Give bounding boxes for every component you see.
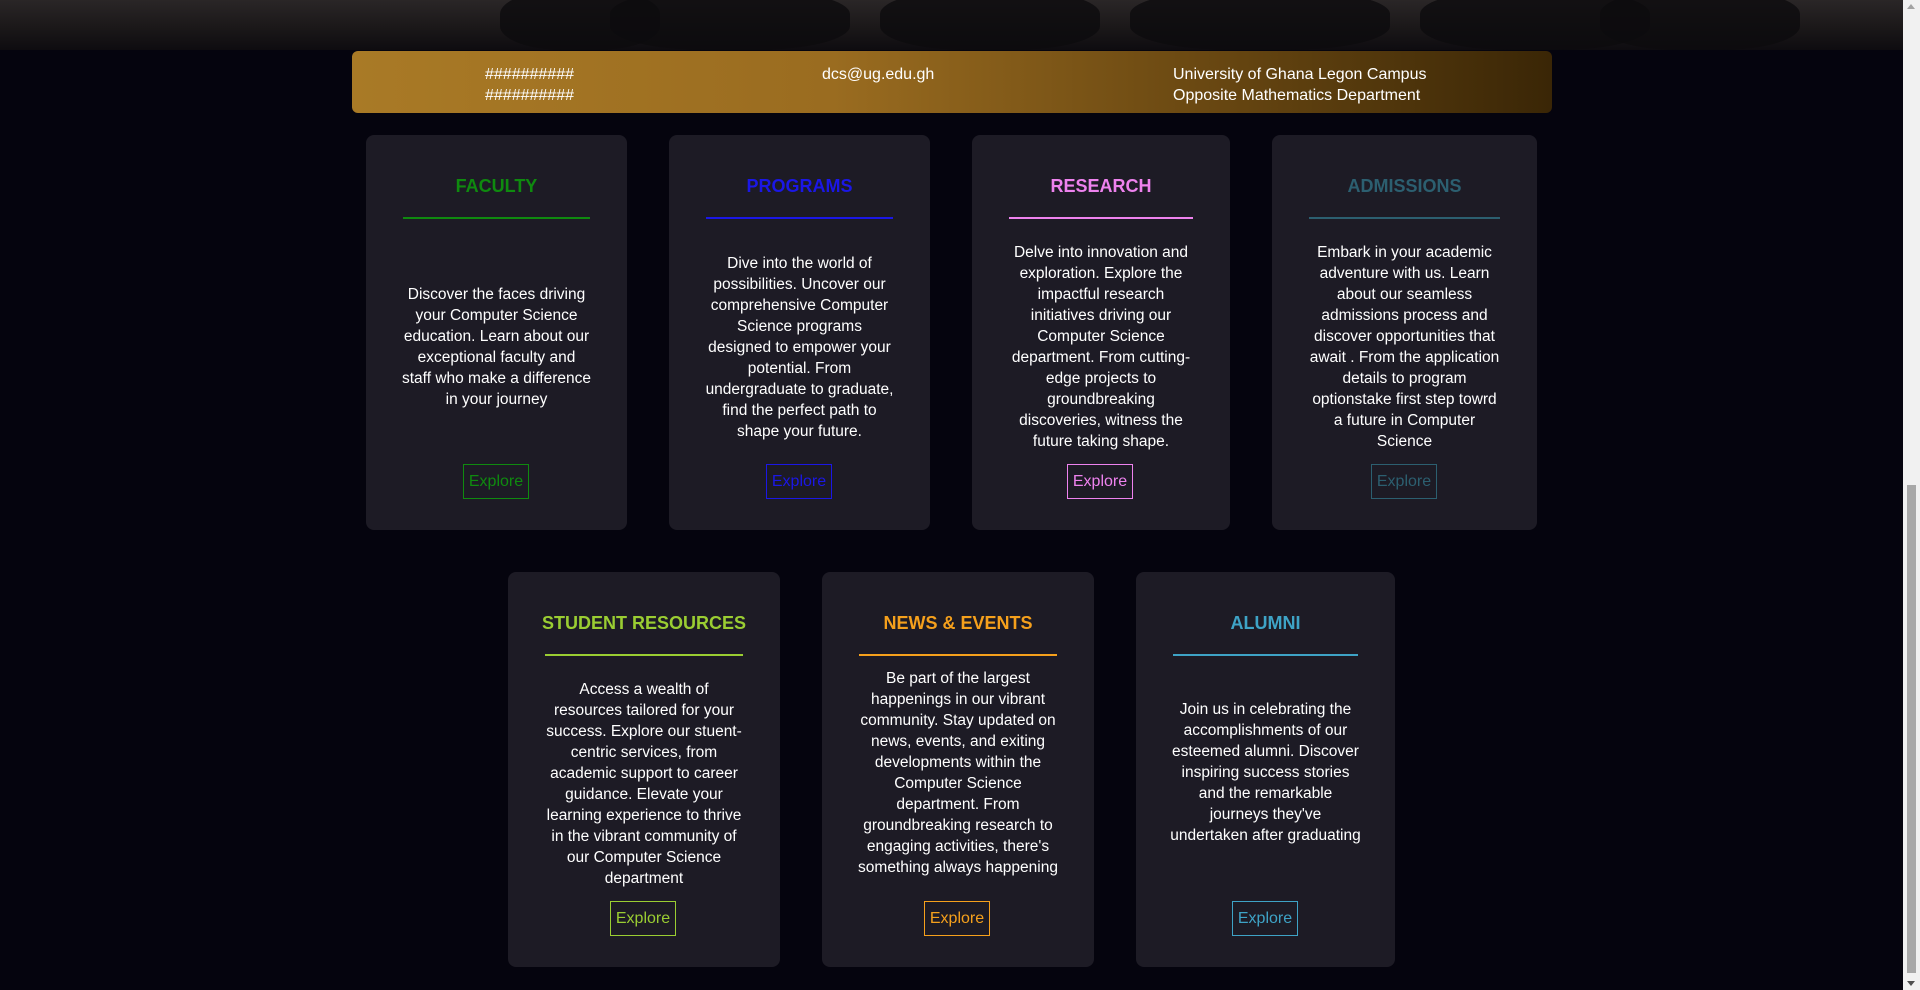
- scrollbar-thumb[interactable]: [1907, 485, 1916, 973]
- address-line: Opposite Mathematics Department: [1173, 87, 1421, 104]
- card-description: Delve into innovation and exploration. E…: [1011, 244, 1191, 450]
- scroll-up-arrow-icon[interactable]: [1907, 4, 1915, 9]
- address-line: University of Ghana Legon Campus: [1173, 66, 1427, 83]
- hero-image-strip: [0, 0, 1903, 50]
- title-underline: [1173, 654, 1358, 656]
- card-programs: PROGRAMS Dive into the world of possibil…: [669, 135, 930, 530]
- card-description: Dive into the world of possibilities. Un…: [705, 255, 894, 440]
- explore-button[interactable]: Explore: [610, 901, 676, 936]
- title-underline: [403, 217, 590, 219]
- page-scrollbar[interactable]: [1903, 0, 1920, 990]
- card-title: ADMISSIONS: [1347, 176, 1462, 196]
- card-admissions: ADMISSIONS Embark in your academic adven…: [1272, 135, 1537, 530]
- scroll-down-arrow-icon[interactable]: [1907, 981, 1915, 986]
- explore-button[interactable]: Explore: [1067, 464, 1133, 499]
- contact-bar: ########## ########## dcs@ug.edu.gh Univ…: [352, 51, 1552, 113]
- card-description: Embark in your academic adventure with u…: [1309, 244, 1500, 450]
- title-underline: [1009, 217, 1193, 219]
- explore-button[interactable]: Explore: [463, 464, 529, 499]
- card-description: Access a wealth of resources tailored fo…: [546, 681, 742, 887]
- title-underline: [1309, 217, 1500, 219]
- card-description: Join us in celebrating the accomplishmen…: [1170, 701, 1361, 844]
- contact-address: University of Ghana Legon Campus Opposit…: [1173, 64, 1426, 106]
- contact-email[interactable]: dcs@ug.edu.gh: [822, 64, 934, 85]
- card-title: STUDENT RESOURCES: [541, 613, 747, 633]
- card-student-resources: STUDENT RESOURCES Access a wealth of res…: [508, 572, 780, 967]
- title-underline: [706, 217, 893, 219]
- explore-button[interactable]: Explore: [766, 464, 832, 499]
- card-news-events: NEWS & EVENTS Be part of the largest hap…: [822, 572, 1094, 967]
- page: ########## ########## dcs@ug.edu.gh Univ…: [0, 0, 1920, 990]
- card-faculty: FACULTY Discover the faces driving your …: [366, 135, 627, 530]
- explore-button[interactable]: Explore: [1232, 901, 1298, 936]
- card-description: Discover the faces driving your Computer…: [402, 286, 591, 408]
- card-description: Be part of the largest happenings in our…: [858, 670, 1058, 876]
- title-underline: [545, 654, 743, 656]
- explore-button[interactable]: Explore: [924, 901, 990, 936]
- card-title: PROGRAMS: [746, 176, 853, 196]
- card-title: FACULTY: [455, 176, 538, 196]
- phone-number: ##########: [485, 87, 574, 104]
- explore-button[interactable]: Explore: [1371, 464, 1437, 499]
- card-title: RESEARCH: [1050, 176, 1152, 196]
- card-title: NEWS & EVENTS: [883, 613, 1033, 633]
- phone-number: ##########: [485, 66, 574, 83]
- card-title: ALUMNI: [1230, 613, 1301, 633]
- card-research: RESEARCH Delve into innovation and explo…: [972, 135, 1230, 530]
- card-alumni: ALUMNI Join us in celebrating the accomp…: [1136, 572, 1395, 967]
- title-underline: [859, 654, 1057, 656]
- contact-phones: ########## ##########: [485, 64, 574, 106]
